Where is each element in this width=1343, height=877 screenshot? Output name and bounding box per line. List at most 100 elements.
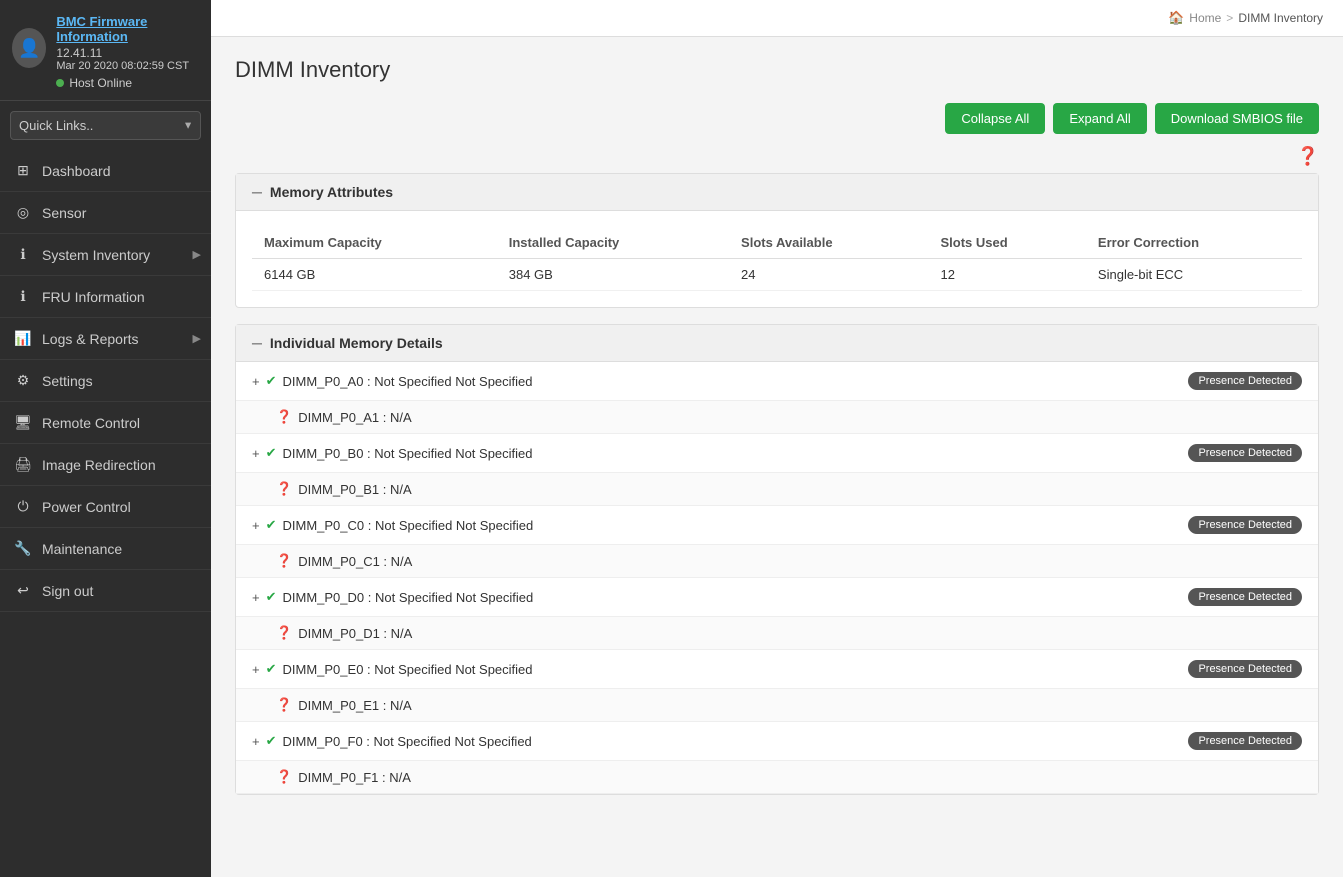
dimm-sub-row-p0-e1: ❓ DIMM_P0_E1 : N/A [236, 689, 1318, 722]
system-inventory-chevron: ▶ [193, 248, 201, 261]
memory-attributes-card: ─ Memory Attributes Maximum Capacity Ins… [235, 173, 1319, 308]
page-title: DIMM Inventory [235, 57, 1319, 83]
memory-attributes-title: Memory Attributes [270, 184, 393, 200]
sidebar-item-label-remote-control: Remote Control [42, 415, 140, 431]
page-content: DIMM Inventory Collapse All Expand All D… [211, 37, 1343, 877]
host-status: Host Online [56, 76, 199, 90]
sidebar-item-label-power-control: Power Control [42, 499, 131, 515]
sidebar-item-dashboard[interactable]: ⊞ Dashboard [0, 150, 211, 192]
sidebar-item-sign-out[interactable]: ↩ Sign out [0, 570, 211, 612]
expand-icon-p0-d0[interactable]: + [252, 590, 260, 605]
sidebar-item-maintenance[interactable]: 🔧 Maintenance [0, 528, 211, 570]
check-icon-p0-c0: ✔ [266, 517, 277, 533]
sign-out-icon: ↩ [14, 582, 32, 599]
sidebar-item-system-inventory[interactable]: ℹ System Inventory ▶ [0, 234, 211, 276]
bmc-date: Mar 20 2020 08:02:59 CST [56, 60, 199, 72]
presence-badge-p0-c0: Presence Detected [1188, 516, 1302, 534]
check-icon-p0-b0: ✔ [266, 445, 277, 461]
sidebar-item-image-redirection[interactable]: 🖨 Image Redirection [0, 444, 211, 486]
settings-icon: ⚙ [14, 372, 32, 389]
sidebar-item-logs[interactable]: 📊 Logs & Reports ▶ [0, 318, 211, 360]
sidebar-item-settings[interactable]: ⚙ Settings [0, 360, 211, 402]
image-redirection-icon: 🖨 [14, 456, 32, 473]
expand-icon-p0-b0[interactable]: + [252, 446, 260, 461]
dimm-label-p0-a1: DIMM_P0_A1 : N/A [298, 410, 411, 425]
sidebar-item-label-dashboard: Dashboard [42, 163, 111, 179]
sidebar-item-fru[interactable]: ℹ FRU Information [0, 276, 211, 318]
max-capacity-value: 6144 GB [252, 259, 497, 291]
bmc-version: 12.41.11 [56, 46, 199, 60]
quick-links-select[interactable]: Quick Links.. [10, 111, 201, 140]
dimm-row-p0-e0[interactable]: + ✔ DIMM_P0_E0 : Not Specified Not Speci… [236, 650, 1318, 689]
dimm-row-p0-c0[interactable]: + ✔ DIMM_P0_C0 : Not Specified Not Speci… [236, 506, 1318, 545]
check-icon-p0-a0: ✔ [266, 373, 277, 389]
individual-memory-title: Individual Memory Details [270, 335, 443, 351]
breadcrumb-home[interactable]: Home [1189, 11, 1221, 25]
dimm-label-p0-d1: DIMM_P0_D1 : N/A [298, 626, 412, 641]
dimm-label-p0-e1: DIMM_P0_E1 : N/A [298, 698, 411, 713]
sidebar-item-label-system-inventory: System Inventory [42, 247, 150, 263]
sidebar-item-sensor[interactable]: ◎ Sensor [0, 192, 211, 234]
question-icon-p0-d1: ❓ [276, 625, 292, 641]
dimm-sub-row-p0-d1: ❓ DIMM_P0_D1 : N/A [236, 617, 1318, 650]
sidebar-item-label-sign-out: Sign out [42, 583, 93, 599]
sidebar: 👤 BMC Firmware Information 12.41.11 Mar … [0, 0, 211, 877]
individual-memory-header[interactable]: ─ Individual Memory Details [236, 325, 1318, 362]
sidebar-item-label-settings: Settings [42, 373, 93, 389]
individual-memory-collapse-icon: ─ [252, 335, 262, 351]
expand-icon-p0-f0[interactable]: + [252, 734, 260, 749]
presence-badge-p0-e0: Presence Detected [1188, 660, 1302, 678]
status-dot [56, 79, 64, 87]
dimm-label-p0-a0: DIMM_P0_A0 : Not Specified Not Specified [283, 374, 533, 389]
error-correction-value: Single-bit ECC [1086, 259, 1302, 291]
dimm-row-p0-b0[interactable]: + ✔ DIMM_P0_B0 : Not Specified Not Speci… [236, 434, 1318, 473]
remote-control-icon: 🖥 [14, 414, 32, 431]
check-icon-p0-e0: ✔ [266, 661, 277, 677]
dimm-label-p0-b1: DIMM_P0_B1 : N/A [298, 482, 411, 497]
col-installed-capacity: Installed Capacity [497, 227, 729, 259]
dimm-label-p0-e0: DIMM_P0_E0 : Not Specified Not Specified [283, 662, 533, 677]
main-content: 🏠 Home > DIMM Inventory DIMM Inventory C… [211, 0, 1343, 877]
help-icon[interactable]: ❓ [1297, 146, 1319, 166]
presence-badge-p0-d0: Presence Detected [1188, 588, 1302, 606]
fru-icon: ℹ [14, 288, 32, 305]
dimm-label-p0-c1: DIMM_P0_C1 : N/A [298, 554, 412, 569]
question-icon-p0-a1: ❓ [276, 409, 292, 425]
dimm-sub-row-p0-a1: ❓ DIMM_P0_A1 : N/A [236, 401, 1318, 434]
slots-available-value: 24 [729, 259, 928, 291]
breadcrumb-current: DIMM Inventory [1238, 11, 1323, 25]
expand-icon-p0-c0[interactable]: + [252, 518, 260, 533]
action-bar: Collapse All Expand All Download SMBIOS … [235, 103, 1319, 134]
dimm-label-p0-c0: DIMM_P0_C0 : Not Specified Not Specified [283, 518, 534, 533]
sidebar-item-power-control[interactable]: ⏻ Power Control [0, 486, 211, 528]
sidebar-item-label-image-redirection: Image Redirection [42, 457, 156, 473]
dashboard-icon: ⊞ [14, 162, 32, 179]
sidebar-item-label-logs: Logs & Reports [42, 331, 139, 347]
collapse-all-button[interactable]: Collapse All [945, 103, 1045, 134]
dimm-row-p0-f0[interactable]: + ✔ DIMM_P0_F0 : Not Specified Not Speci… [236, 722, 1318, 761]
expand-icon-p0-e0[interactable]: + [252, 662, 260, 677]
question-icon-p0-c1: ❓ [276, 553, 292, 569]
sidebar-item-label-maintenance: Maintenance [42, 541, 122, 557]
system-inventory-icon: ℹ [14, 246, 32, 263]
dimm-sub-row-p0-b1: ❓ DIMM_P0_B1 : N/A [236, 473, 1318, 506]
memory-attributes-collapse-icon: ─ [252, 184, 262, 200]
dimm-sub-row-p0-f1: ❓ DIMM_P0_F1 : N/A [236, 761, 1318, 794]
memory-attributes-header[interactable]: ─ Memory Attributes [236, 174, 1318, 211]
sidebar-item-remote-control[interactable]: 🖥 Remote Control [0, 402, 211, 444]
expand-all-button[interactable]: Expand All [1053, 103, 1146, 134]
question-icon-p0-b1: ❓ [276, 481, 292, 497]
expand-icon-p0-a0[interactable]: + [252, 374, 260, 389]
logs-icon: 📊 [14, 330, 32, 347]
avatar: 👤 [12, 28, 46, 68]
question-icon-p0-e1: ❓ [276, 697, 292, 713]
presence-badge-p0-b0: Presence Detected [1188, 444, 1302, 462]
dimm-label-p0-d0: DIMM_P0_D0 : Not Specified Not Specified [283, 590, 534, 605]
download-smbios-button[interactable]: Download SMBIOS file [1155, 103, 1319, 134]
memory-attributes-table: Maximum Capacity Installed Capacity Slot… [252, 227, 1302, 291]
dimm-row-p0-d0[interactable]: + ✔ DIMM_P0_D0 : Not Specified Not Speci… [236, 578, 1318, 617]
dimm-row-p0-a0[interactable]: + ✔ DIMM_P0_A0 : Not Specified Not Speci… [236, 362, 1318, 401]
help-icon-wrap: ❓ [235, 146, 1319, 167]
sidebar-header: 👤 BMC Firmware Information 12.41.11 Mar … [0, 0, 211, 101]
bmc-firmware-title[interactable]: BMC Firmware Information [56, 14, 199, 44]
